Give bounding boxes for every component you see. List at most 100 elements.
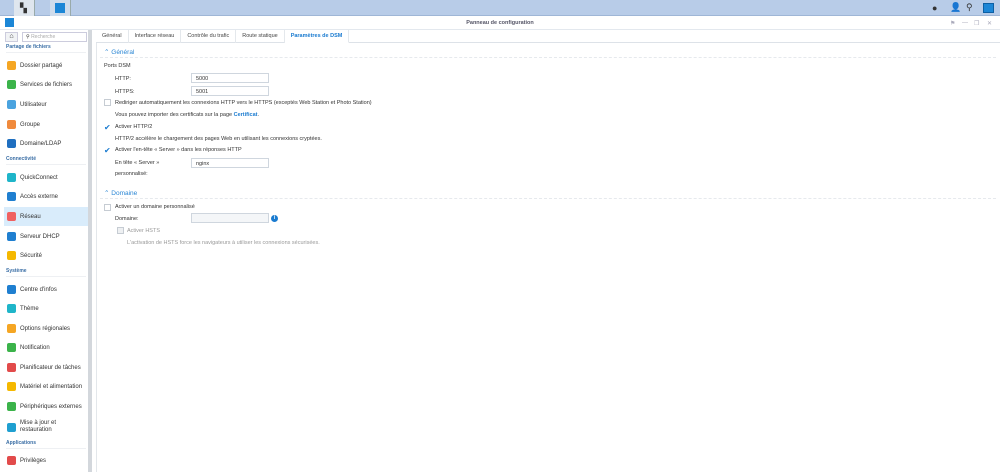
tab[interactable]: Interface réseau: [129, 30, 182, 43]
sidebar-item-label: Accès externe: [20, 193, 59, 200]
divider: [100, 198, 996, 199]
redirect-https-checkbox[interactable]: [104, 99, 111, 106]
hsts-description: L'activation de HSTS force les navigateu…: [127, 240, 320, 246]
maximize-icon[interactable]: ❐: [974, 20, 979, 27]
sidebar-item-icon: [7, 382, 16, 391]
sidebar-item-label: QuickConnect: [20, 174, 58, 181]
section-domain-title: Domaine: [111, 190, 138, 197]
tab[interactable]: Général: [96, 30, 129, 43]
sidebar-item-label: Privilèges: [20, 457, 47, 464]
sidebar-item[interactable]: Planificateur de tâches: [4, 358, 88, 377]
sidebar-item[interactable]: Utilisateur: [4, 95, 88, 114]
search-icon[interactable]: ⚲: [966, 2, 973, 13]
sidebar-item[interactable]: Privilèges: [4, 451, 88, 470]
certificate-link[interactable]: Certificat: [234, 112, 258, 118]
sidebar-item-icon: [7, 363, 16, 372]
http-port-input[interactable]: 5000: [191, 73, 269, 83]
close-icon[interactable]: ✕: [987, 20, 992, 27]
sidebar-item[interactable]: Réseau: [4, 207, 88, 226]
sidebar-item[interactable]: Serveur DHCP: [4, 227, 88, 246]
sidebar-item-icon: [7, 402, 16, 411]
home-button[interactable]: ⌂: [5, 32, 18, 42]
sidebar-item-label: Planificateur de tâches: [20, 364, 81, 371]
custom-header-label: En tête « Server »: [115, 160, 160, 166]
search-placeholder: Recherche: [31, 34, 56, 40]
redirect-https-label: Rediriger automatiquement les connexions…: [115, 100, 372, 106]
http2-label: Activer HTTP/2: [115, 124, 153, 130]
custom-domain-checkbox[interactable]: [104, 204, 111, 211]
section-general[interactable]: ⌃ Général: [104, 48, 134, 56]
sidebar-section-header[interactable]: Applications: [6, 440, 86, 449]
sidebar-item[interactable]: Options régionales: [4, 319, 88, 338]
https-label: HTTPS:: [115, 89, 135, 95]
sidebar-item-icon: [7, 61, 16, 70]
window-title: Panneau de configuration: [466, 20, 534, 26]
grid-icon: ▚: [20, 3, 27, 13]
sidebar-item-label: Périphériques externes: [20, 403, 82, 410]
sidebar: ⌂ ⚲ Recherche Partage de fichiers Dossier…: [0, 30, 88, 472]
sidebar-item-icon: [7, 120, 16, 129]
sidebar-item-icon: [7, 285, 16, 294]
tab[interactable]: Route statique: [236, 30, 285, 43]
tab-bar: Général Interface réseau Contrôle du trafi…: [96, 30, 1000, 43]
sidebar-item-label: Utilisateur: [20, 101, 47, 108]
sidebar-item-label: Réseau: [20, 213, 41, 220]
sidebar-scrollbar[interactable]: [88, 30, 92, 472]
sidebar-item-label: Dossier partagé: [20, 62, 63, 69]
sidebar-item-icon: [7, 80, 16, 89]
sidebar-section-header[interactable]: Connectivité: [6, 156, 86, 165]
minimize-icon[interactable]: —: [962, 20, 968, 26]
section-domain[interactable]: ⌃ Domaine: [104, 189, 137, 197]
custom-header-input[interactable]: nginx: [191, 158, 269, 168]
chat-icon[interactable]: ●: [932, 3, 937, 13]
tab[interactable]: Contrôle du trafic: [181, 30, 237, 43]
custom-header-label-2: personnalisé:: [115, 171, 148, 177]
sidebar-item[interactable]: Périphériques externes: [4, 397, 88, 416]
sidebar-item[interactable]: Groupe: [4, 115, 88, 134]
tab[interactable]: Paramètres de DSM: [284, 30, 350, 43]
sidebar-section-header[interactable]: Partage de fichiers: [6, 44, 86, 53]
sidebar-item-icon: [7, 304, 16, 313]
sidebar-item[interactable]: Dossier partagé: [4, 56, 88, 75]
sidebar-item[interactable]: Services de fichiers: [4, 75, 88, 94]
https-port-input[interactable]: 5001: [191, 86, 269, 96]
hsts-checkbox[interactable]: [117, 227, 124, 234]
home-icon: ⌂: [9, 33, 14, 40]
sidebar-item[interactable]: Domaine/LDAP: [4, 134, 88, 153]
divider: [100, 57, 996, 58]
sidebar-item-icon: [7, 212, 16, 221]
sidebar-item[interactable]: Mise à jour et restauration: [4, 416, 88, 438]
sidebar-item[interactable]: Notification: [4, 338, 88, 357]
sidebar-item-label: Thème: [20, 305, 39, 312]
cert-end: .: [257, 112, 259, 118]
pin-icon[interactable]: ⚑: [950, 20, 955, 27]
sidebar-item-label: Domaine/LDAP: [20, 140, 62, 147]
user-icon[interactable]: 👤: [950, 2, 961, 13]
sidebar-item[interactable]: Thème: [4, 299, 88, 318]
http2-checkbox[interactable]: ✔: [104, 124, 111, 132]
sidebar-item-icon: [7, 422, 16, 432]
sidebar-item-icon: [7, 100, 16, 109]
domain-input[interactable]: [191, 213, 269, 223]
http2-description: HTTP/2 accélère le chargement des pages …: [115, 136, 322, 142]
main-menu-button[interactable]: ▚: [14, 0, 35, 16]
widgets-icon[interactable]: [983, 3, 994, 13]
sidebar-section-header[interactable]: Système: [6, 268, 86, 277]
info-icon[interactable]: i: [271, 215, 278, 222]
sidebar-item-icon: [7, 173, 16, 182]
server-header-checkbox[interactable]: ✔: [104, 147, 111, 155]
sidebar-item-label: Centre d'infos: [20, 286, 57, 293]
sidebar-item-label: Options régionales: [20, 325, 71, 332]
cert-text: Vous pouvez importer des certificats sur…: [115, 112, 234, 118]
sidebar-item[interactable]: QuickConnect: [4, 168, 88, 187]
window-titlebar: Panneau de configuration ⚑ — ❐ ✕: [0, 16, 1000, 30]
divider: [96, 43, 97, 472]
hsts-label: Activer HSTS: [127, 228, 161, 234]
sidebar-item[interactable]: Matériel et alimentation: [4, 377, 88, 396]
control-panel-taskbar-button[interactable]: [50, 0, 71, 16]
sidebar-item[interactable]: Centre d'infos: [4, 280, 88, 299]
search-input[interactable]: ⚲ Recherche: [22, 32, 87, 42]
sidebar-item[interactable]: Accès externe: [4, 187, 88, 206]
sidebar-item[interactable]: Sécurité: [4, 246, 88, 265]
control-panel-icon: [55, 3, 65, 13]
